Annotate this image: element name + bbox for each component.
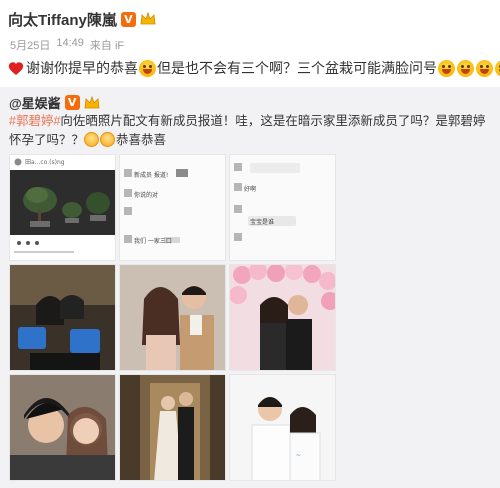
repost-user-link[interactable]: @星娱酱 <box>9 93 61 112</box>
chat-line-1: 新成员 报道! <box>134 172 169 179</box>
crown-icon <box>84 95 100 110</box>
repost-text: 向佐晒照片配文有新成员报道！哇，这是在暗示家里添新成员了吗？是郭碧婷怀孕了吗？？ <box>9 114 486 147</box>
chat-line-3: 我们 一家三口 <box>134 238 172 245</box>
weibo-post: 向太Tiffany陳嵐 V 5月25日 14:49 来自 iF 谢谢你提早的恭喜… <box>0 0 500 488</box>
post-body: 谢谢你提早的恭喜 但是也不会有三个啊？三个盆栽可能满脸问号 <box>8 58 500 78</box>
tongue-out-emoji-icon <box>438 59 455 77</box>
heart-icon <box>8 61 24 76</box>
tile-gala-photo[interactable] <box>119 374 226 481</box>
tile-chat-screenshot-2[interactable]: 好啊 宝宝是谁 <box>229 154 336 261</box>
post-date[interactable]: 5月25日 <box>10 37 50 53</box>
post-header: 向太Tiffany陳嵐 V <box>8 8 156 30</box>
tile-couple-photo[interactable] <box>119 264 226 371</box>
tile-bonsai-post[interactable]: 田a...co.(s)ng <box>9 154 116 261</box>
verified-badge-icon: V <box>64 95 80 110</box>
grin-emoji-icon <box>457 59 474 77</box>
applause-emoji-icon <box>84 132 100 147</box>
chat-line-4: 好啊 <box>244 186 257 193</box>
post-meta: 5月25日 14:49 来自 iF <box>10 37 124 53</box>
post-text-part1: 谢谢你提早的恭喜 <box>26 60 138 76</box>
tile-selfie-photo[interactable] <box>9 374 116 481</box>
verified-badge-icon: V <box>120 11 136 27</box>
repost-closing-text: 恭喜恭喜 <box>116 133 167 147</box>
post-time[interactable]: 14:49 <box>56 37 84 53</box>
laughing-emoji-icon <box>139 59 156 77</box>
crown-icon <box>140 12 156 26</box>
grin-emoji-icon <box>476 59 493 77</box>
tile-chat-screenshot-1[interactable]: 新成员 报道! 你说的对 我们 一家三口 <box>119 154 226 261</box>
svg-text:~: ~ <box>296 452 301 459</box>
user-name-link[interactable]: 向太Tiffany陳嵐 <box>8 9 117 30</box>
tile-balloon-photo[interactable] <box>229 264 336 371</box>
post-text-part2: 但是也不会有三个啊？三个盆栽可能满脸问号 <box>157 60 437 76</box>
repost-header: @星娱酱 V <box>9 93 100 112</box>
applause-emoji-icon <box>100 132 116 147</box>
repost-body: #郭碧婷#向佐晒照片配文有新成员报道！哇，这是在暗示家里添新成员了吗？是郭碧婷怀… <box>9 112 493 150</box>
chat-line-2: 你说的对 <box>134 192 159 199</box>
topic-link[interactable]: #郭碧婷# <box>9 114 60 128</box>
tile-thumbs-up-photo[interactable] <box>9 264 116 371</box>
ig-handle-text: 田a...co.(s)ng <box>25 159 65 166</box>
chat-line-5: 宝宝是谁 <box>250 219 275 226</box>
image-grid: 田a...co.(s)ng 新成员 报道! 你说的对 我们 一家三口 好啊 宝宝… <box>9 154 336 482</box>
grin-emoji-icon <box>495 59 500 77</box>
post-source: 来自 iF <box>89 40 125 52</box>
reposted-content[interactable]: @星娱酱 V #郭碧婷#向佐晒照片配文有新成员报道！哇，这是在暗示家里添新成员了… <box>0 87 500 488</box>
tile-white-tee-photo[interactable]: ~ <box>229 374 336 481</box>
